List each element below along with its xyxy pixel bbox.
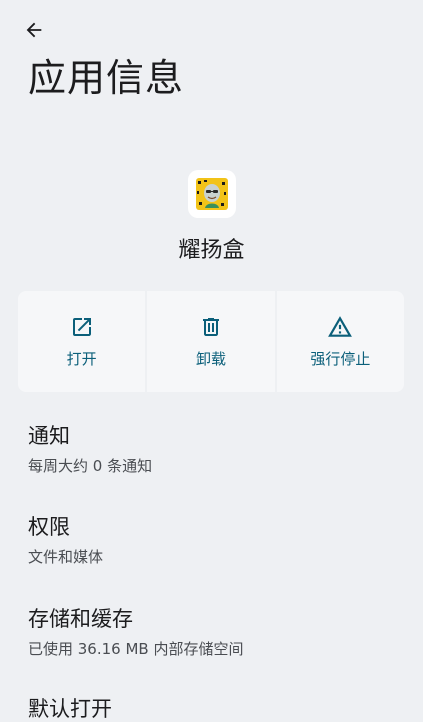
page-title: 应用信息 — [28, 56, 185, 100]
pref-notifications[interactable]: 通知 每周大约 0 条通知 — [28, 424, 152, 476]
app-logo-icon — [196, 178, 228, 210]
app-actions-bar: 打开 卸载 强行停止 — [18, 291, 404, 392]
pref-summary: 每周大约 0 条通知 — [28, 457, 153, 476]
pref-open-by-default[interactable]: 默认打开 — [28, 697, 112, 722]
back-button[interactable] — [18, 14, 50, 46]
pref-summary: 文件和媒体 — [28, 548, 104, 567]
pref-permissions[interactable]: 权限 文件和媒体 — [28, 515, 103, 567]
open-external-icon — [69, 314, 95, 340]
app-icon — [188, 170, 236, 218]
pref-summary: 已使用 36.16 MB 内部存储空间 — [28, 640, 244, 659]
arrow-back-icon — [26, 22, 42, 38]
pref-title: 通知 — [28, 424, 70, 448]
app-name: 耀扬盒 — [178, 238, 245, 263]
force-stop-button[interactable]: 强行停止 — [276, 291, 404, 392]
trash-icon — [198, 314, 224, 340]
force-stop-button-label: 强行停止 — [310, 350, 371, 368]
uninstall-button-label: 卸载 — [195, 350, 226, 368]
open-button[interactable]: 打开 — [18, 291, 146, 392]
uninstall-button[interactable]: 卸载 — [147, 291, 275, 392]
pref-title: 默认打开 — [28, 697, 112, 721]
pref-title: 存储和缓存 — [28, 607, 133, 631]
pref-storage-cache[interactable]: 存储和缓存 已使用 36.16 MB 内部存储空间 — [28, 607, 243, 659]
warning-icon — [327, 314, 353, 340]
pref-title: 权限 — [28, 515, 70, 539]
open-button-label: 打开 — [66, 350, 97, 368]
